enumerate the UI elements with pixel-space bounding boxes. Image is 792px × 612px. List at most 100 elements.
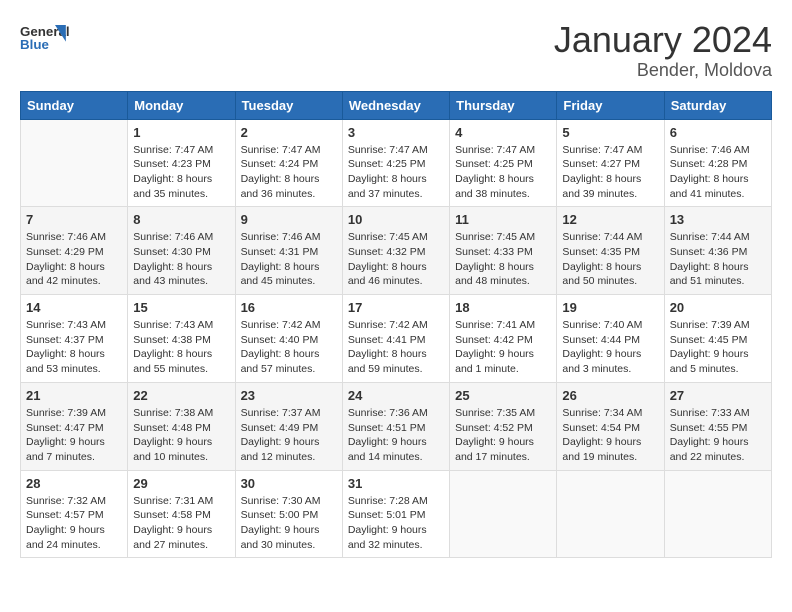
day-number: 16: [241, 300, 337, 315]
weekday-header: Wednesday: [342, 91, 449, 119]
day-info: Sunrise: 7:46 AM Sunset: 4:28 PM Dayligh…: [670, 143, 766, 202]
calendar-cell: 7 Sunrise: 7:46 AM Sunset: 4:29 PM Daylig…: [21, 207, 128, 295]
day-number: 5: [562, 125, 658, 140]
day-number: 23: [241, 388, 337, 403]
calendar-cell: 2 Sunrise: 7:47 AM Sunset: 4:24 PM Daylig…: [235, 119, 342, 207]
day-number: 10: [348, 212, 444, 227]
day-number: 13: [670, 212, 766, 227]
weekday-header: Tuesday: [235, 91, 342, 119]
day-info: Sunrise: 7:47 AM Sunset: 4:27 PM Dayligh…: [562, 143, 658, 202]
day-info: Sunrise: 7:47 AM Sunset: 4:25 PM Dayligh…: [455, 143, 551, 202]
weekday-header: Thursday: [450, 91, 557, 119]
day-info: Sunrise: 7:35 AM Sunset: 4:52 PM Dayligh…: [455, 406, 551, 465]
weekday-header: Friday: [557, 91, 664, 119]
day-info: Sunrise: 7:28 AM Sunset: 5:01 PM Dayligh…: [348, 494, 444, 553]
day-number: 27: [670, 388, 766, 403]
day-number: 1: [133, 125, 229, 140]
day-info: Sunrise: 7:30 AM Sunset: 5:00 PM Dayligh…: [241, 494, 337, 553]
weekday-header: Saturday: [664, 91, 771, 119]
day-number: 8: [133, 212, 229, 227]
calendar-cell: 21 Sunrise: 7:39 AM Sunset: 4:47 PM Dayli…: [21, 382, 128, 470]
day-number: 18: [455, 300, 551, 315]
day-info: Sunrise: 7:31 AM Sunset: 4:58 PM Dayligh…: [133, 494, 229, 553]
calendar-week-row: 14 Sunrise: 7:43 AM Sunset: 4:37 PM Dayli…: [21, 295, 772, 383]
calendar-cell: 17Sunrise: 7:42 AM Sunset: 4:41 PM Dayli…: [342, 295, 449, 383]
day-info: Sunrise: 7:45 AM Sunset: 4:33 PM Dayligh…: [455, 230, 551, 289]
day-info: Sunrise: 7:39 AM Sunset: 4:45 PM Dayligh…: [670, 318, 766, 377]
calendar-cell: 30 Sunrise: 7:30 AM Sunset: 5:00 PM Dayli…: [235, 470, 342, 558]
calendar-cell: 14 Sunrise: 7:43 AM Sunset: 4:37 PM Dayli…: [21, 295, 128, 383]
day-number: 22: [133, 388, 229, 403]
calendar-cell: 11 Sunrise: 7:45 AM Sunset: 4:33 PM Dayli…: [450, 207, 557, 295]
day-number: 9: [241, 212, 337, 227]
page-subtitle: Bender, Moldova: [554, 60, 772, 81]
calendar-cell: [450, 470, 557, 558]
day-info: Sunrise: 7:32 AM Sunset: 4:57 PM Dayligh…: [26, 494, 122, 553]
calendar-header: SundayMondayTuesdayWednesdayThursdayFrid…: [21, 91, 772, 119]
day-info: Sunrise: 7:47 AM Sunset: 4:23 PM Dayligh…: [133, 143, 229, 202]
calendar-cell: 8 Sunrise: 7:46 AM Sunset: 4:30 PM Daylig…: [128, 207, 235, 295]
day-number: 29: [133, 476, 229, 491]
day-number: 15: [133, 300, 229, 315]
day-info: Sunrise: 7:47 AM Sunset: 4:25 PM Dayligh…: [348, 143, 444, 202]
day-number: 2: [241, 125, 337, 140]
day-info: Sunrise: 7:42 AM Sunset: 4:41 PM Dayligh…: [348, 318, 444, 377]
calendar-table: SundayMondayTuesdayWednesdayThursdayFrid…: [20, 91, 772, 559]
day-number: 6: [670, 125, 766, 140]
day-info: Sunrise: 7:36 AM Sunset: 4:51 PM Dayligh…: [348, 406, 444, 465]
calendar-cell: 10 Sunrise: 7:45 AM Sunset: 4:32 PM Dayli…: [342, 207, 449, 295]
day-info: Sunrise: 7:46 AM Sunset: 4:31 PM Dayligh…: [241, 230, 337, 289]
day-info: Sunrise: 7:46 AM Sunset: 4:29 PM Dayligh…: [26, 230, 122, 289]
day-number: 3: [348, 125, 444, 140]
calendar-cell: [21, 119, 128, 207]
day-number: 30: [241, 476, 337, 491]
day-info: Sunrise: 7:33 AM Sunset: 4:55 PM Dayligh…: [670, 406, 766, 465]
day-info: Sunrise: 7:45 AM Sunset: 4:32 PM Dayligh…: [348, 230, 444, 289]
calendar-cell: [664, 470, 771, 558]
day-number: 11: [455, 212, 551, 227]
page-header: General Blue January 2024 Bender, Moldov…: [20, 20, 772, 81]
calendar-cell: 29 Sunrise: 7:31 AM Sunset: 4:58 PM Dayli…: [128, 470, 235, 558]
calendar-week-row: 28 Sunrise: 7:32 AM Sunset: 4:57 PM Dayli…: [21, 470, 772, 558]
calendar-cell: 3 Sunrise: 7:47 AM Sunset: 4:25 PM Daylig…: [342, 119, 449, 207]
calendar-cell: 25 Sunrise: 7:35 AM Sunset: 4:52 PM Dayli…: [450, 382, 557, 470]
day-info: Sunrise: 7:39 AM Sunset: 4:47 PM Dayligh…: [26, 406, 122, 465]
calendar-cell: 20 Sunrise: 7:39 AM Sunset: 4:45 PM Dayli…: [664, 295, 771, 383]
calendar-cell: [557, 470, 664, 558]
day-info: Sunrise: 7:47 AM Sunset: 4:24 PM Dayligh…: [241, 143, 337, 202]
calendar-cell: 18Sunrise: 7:41 AM Sunset: 4:42 PM Dayli…: [450, 295, 557, 383]
calendar-week-row: 21 Sunrise: 7:39 AM Sunset: 4:47 PM Dayli…: [21, 382, 772, 470]
day-number: 21: [26, 388, 122, 403]
calendar-week-row: 1 Sunrise: 7:47 AM Sunset: 4:23 PM Daylig…: [21, 119, 772, 207]
calendar-cell: 23 Sunrise: 7:37 AM Sunset: 4:49 PM Dayli…: [235, 382, 342, 470]
weekday-header: Monday: [128, 91, 235, 119]
day-number: 14: [26, 300, 122, 315]
day-info: Sunrise: 7:44 AM Sunset: 4:35 PM Dayligh…: [562, 230, 658, 289]
title-area: January 2024 Bender, Moldova: [554, 20, 772, 81]
day-info: Sunrise: 7:40 AM Sunset: 4:44 PM Dayligh…: [562, 318, 658, 377]
day-info: Sunrise: 7:46 AM Sunset: 4:30 PM Dayligh…: [133, 230, 229, 289]
calendar-cell: 4 Sunrise: 7:47 AM Sunset: 4:25 PM Daylig…: [450, 119, 557, 207]
day-info: Sunrise: 7:43 AM Sunset: 4:37 PM Dayligh…: [26, 318, 122, 377]
calendar-cell: 19 Sunrise: 7:40 AM Sunset: 4:44 PM Dayli…: [557, 295, 664, 383]
page-title: January 2024: [554, 20, 772, 60]
calendar-cell: 5 Sunrise: 7:47 AM Sunset: 4:27 PM Daylig…: [557, 119, 664, 207]
day-number: 24: [348, 388, 444, 403]
calendar-cell: 1 Sunrise: 7:47 AM Sunset: 4:23 PM Daylig…: [128, 119, 235, 207]
logo: General Blue: [20, 20, 70, 55]
day-info: Sunrise: 7:34 AM Sunset: 4:54 PM Dayligh…: [562, 406, 658, 465]
day-number: 31: [348, 476, 444, 491]
day-number: 19: [562, 300, 658, 315]
day-number: 20: [670, 300, 766, 315]
day-number: 7: [26, 212, 122, 227]
day-number: 4: [455, 125, 551, 140]
day-info: Sunrise: 7:37 AM Sunset: 4:49 PM Dayligh…: [241, 406, 337, 465]
calendar-cell: 31 Sunrise: 7:28 AM Sunset: 5:01 PM Dayli…: [342, 470, 449, 558]
day-number: 25: [455, 388, 551, 403]
day-number: 28: [26, 476, 122, 491]
calendar-cell: 13Sunrise: 7:44 AM Sunset: 4:36 PM Dayli…: [664, 207, 771, 295]
calendar-cell: 26Sunrise: 7:34 AM Sunset: 4:54 PM Dayli…: [557, 382, 664, 470]
calendar-cell: 24 Sunrise: 7:36 AM Sunset: 4:51 PM Dayli…: [342, 382, 449, 470]
calendar-cell: 12Sunrise: 7:44 AM Sunset: 4:35 PM Dayli…: [557, 207, 664, 295]
calendar-cell: 6 Sunrise: 7:46 AM Sunset: 4:28 PM Daylig…: [664, 119, 771, 207]
